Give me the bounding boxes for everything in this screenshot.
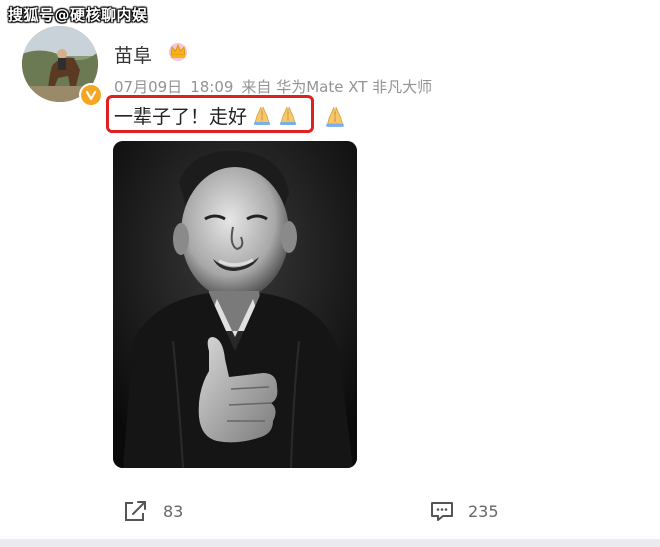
comment-icon — [431, 502, 453, 521]
comment-button[interactable]: 235 — [430, 499, 499, 523]
post-image[interactable] — [113, 141, 357, 468]
post-text: 一辈子了！走好 — [114, 102, 299, 128]
post-text-content: 一辈子了！走好 — [114, 105, 248, 128]
section-divider — [0, 539, 660, 547]
folded-hands-icon — [254, 106, 271, 125]
post-time: 18:09 — [190, 78, 234, 96]
verified-badge-icon — [79, 83, 103, 107]
share-button[interactable]: 83 — [123, 499, 183, 523]
post-date: 07月09日 — [114, 78, 183, 96]
watermark: 搜狐号@硬核聊内娱 — [8, 6, 148, 24]
crown-icon — [166, 40, 190, 62]
author-name[interactable]: 苗阜 — [114, 41, 152, 68]
post-actions: 83 235 — [0, 499, 660, 523]
post-source[interactable]: 来自 华为Mate XT 非凡大师 — [241, 78, 432, 96]
post-meta: 07月09日 18:09 来自 华为Mate XT 非凡大师 — [114, 76, 440, 97]
share-icon — [125, 501, 146, 521]
folded-hands-icon — [280, 106, 297, 125]
folded-hands-icon — [326, 107, 344, 127]
comment-count: 235 — [468, 501, 499, 521]
share-count: 83 — [163, 501, 184, 521]
